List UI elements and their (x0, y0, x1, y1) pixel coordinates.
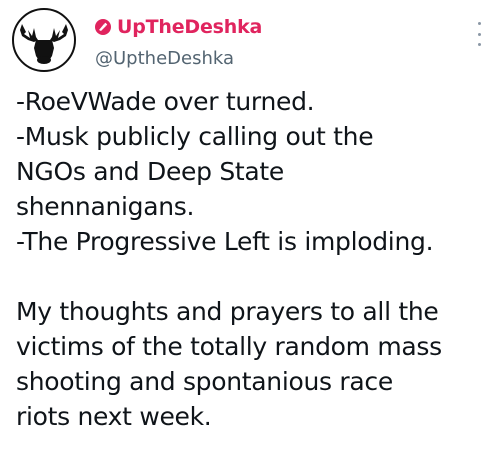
tweet-card: UpTheDeshka @UptheDeshka -RoeVWade over … (0, 0, 500, 475)
pink-badge-icon (95, 19, 111, 35)
user-handle[interactable]: @UptheDeshka (95, 48, 234, 69)
tweet-text-line: shennanigans. (16, 192, 195, 221)
tweet-text-line: NGOs and Deep State (16, 157, 285, 186)
tweet-text-line: victims of the totally random mass (16, 332, 442, 361)
tweet-text: -RoeVWade over turned. -Musk publicly ca… (16, 84, 498, 434)
more-vertical-icon[interactable] (472, 22, 486, 46)
tweet-text-line: shooting and spontanious race (16, 367, 393, 396)
tweet-text-line: -The Progressive Left is imploding. (16, 227, 434, 256)
tweet-text-line: -RoeVWade over turned. (16, 87, 315, 116)
tweet-text-line: -Musk publicly calling out the (16, 122, 374, 151)
tweet-text-line: My thoughts and prayers to all the (16, 297, 439, 326)
paragraph-break (16, 259, 498, 294)
display-name[interactable]: UpTheDeshka (117, 16, 262, 38)
avatar[interactable] (12, 8, 76, 72)
tweet-text-line: riots next week. (16, 402, 212, 431)
name-row: UpTheDeshka (95, 13, 262, 41)
moose-avatar-icon (20, 24, 68, 64)
